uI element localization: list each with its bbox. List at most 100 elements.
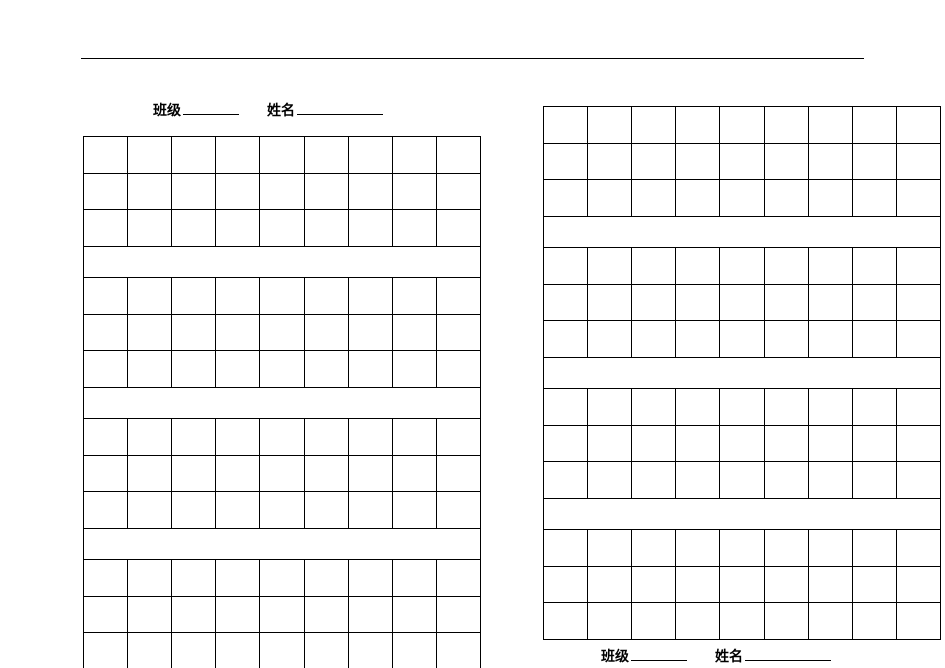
grid-cell — [84, 597, 128, 632]
grid-cell — [588, 321, 632, 357]
grid-cell — [305, 210, 349, 246]
grid-cell — [765, 426, 809, 461]
grid-cell — [128, 278, 172, 314]
grid-cell — [544, 321, 588, 357]
grid-cell — [897, 107, 940, 143]
grid-cell — [588, 248, 632, 284]
grid-cell — [172, 278, 216, 314]
grid-cell — [349, 633, 393, 668]
grid-cell — [765, 389, 809, 425]
grid-cell — [216, 137, 260, 173]
grid-cell — [676, 248, 720, 284]
grid-row — [84, 597, 480, 633]
grid-cell — [393, 315, 437, 350]
grid-row — [544, 180, 940, 217]
grid-cell — [260, 597, 304, 632]
grid-cell — [172, 597, 216, 632]
grid-cell — [84, 137, 128, 173]
grid-cell — [809, 530, 853, 566]
right-panel: 班级 姓名 — [543, 100, 941, 668]
grid-cell — [588, 462, 632, 498]
grid-cell — [260, 560, 304, 596]
grid-block — [543, 247, 941, 358]
grid-cell — [128, 597, 172, 632]
grid-cell — [853, 567, 897, 602]
grid-cell — [809, 107, 853, 143]
class-blank[interactable] — [631, 647, 687, 661]
grid-cell — [84, 492, 128, 528]
grid-cell — [632, 426, 676, 461]
grid-cell — [84, 278, 128, 314]
grid-cell — [128, 174, 172, 209]
grid-cell — [853, 462, 897, 498]
class-label: 班级 — [601, 646, 629, 666]
grid-cell — [349, 315, 393, 350]
grid-cell — [676, 462, 720, 498]
grid-cell — [349, 419, 393, 455]
grid-cell — [765, 603, 809, 639]
left-grid — [83, 136, 481, 668]
grid-cell — [676, 567, 720, 602]
grid-row — [84, 210, 480, 247]
grid-cell — [853, 603, 897, 639]
grid-block — [83, 418, 481, 529]
grid-cell — [216, 560, 260, 596]
grid-cell — [437, 597, 480, 632]
grid-cell — [544, 567, 588, 602]
grid-cell — [260, 633, 304, 668]
grid-cell — [305, 137, 349, 173]
grid-cell — [437, 456, 480, 491]
grid-row — [544, 530, 940, 567]
grid-cell — [84, 456, 128, 491]
grid-cell — [720, 285, 764, 320]
grid-cell — [216, 278, 260, 314]
grid-cell — [720, 180, 764, 216]
grid-cell — [260, 351, 304, 387]
class-blank[interactable] — [183, 101, 239, 115]
grid-cell — [897, 180, 940, 216]
name-blank[interactable] — [745, 647, 831, 661]
grid-cell — [544, 285, 588, 320]
grid-cell — [897, 567, 940, 602]
grid-row — [84, 633, 480, 668]
grid-cell — [172, 174, 216, 209]
grid-cell — [172, 210, 216, 246]
grid-cell — [588, 285, 632, 320]
grid-cell — [632, 285, 676, 320]
grid-cell — [349, 560, 393, 596]
name-label: 姓名 — [267, 100, 295, 120]
grid-cell — [897, 389, 940, 425]
grid-cell — [260, 492, 304, 528]
grid-cell — [84, 351, 128, 387]
grid-cell — [809, 180, 853, 216]
grid-cell — [676, 144, 720, 179]
grid-row — [544, 567, 940, 603]
grid-cell — [720, 530, 764, 566]
grid-cell — [676, 285, 720, 320]
grid-cell — [172, 419, 216, 455]
grid-cell — [720, 321, 764, 357]
name-blank[interactable] — [297, 101, 383, 115]
grid-cell — [765, 248, 809, 284]
grid-cell — [437, 315, 480, 350]
grid-block — [83, 136, 481, 247]
grid-cell — [437, 633, 480, 668]
grid-cell — [588, 567, 632, 602]
grid-cell — [676, 603, 720, 639]
grid-cell — [765, 567, 809, 602]
grid-cell — [853, 144, 897, 179]
grid-cell — [588, 530, 632, 566]
grid-gap — [543, 499, 941, 529]
grid-cell — [260, 456, 304, 491]
grid-cell — [632, 321, 676, 357]
grid-cell — [437, 351, 480, 387]
grid-cell — [544, 180, 588, 216]
grid-cell — [172, 351, 216, 387]
grid-cell — [393, 174, 437, 209]
grid-cell — [588, 603, 632, 639]
grid-cell — [260, 315, 304, 350]
grid-cell — [305, 278, 349, 314]
grid-cell — [809, 321, 853, 357]
grid-cell — [676, 530, 720, 566]
grid-block — [83, 277, 481, 388]
